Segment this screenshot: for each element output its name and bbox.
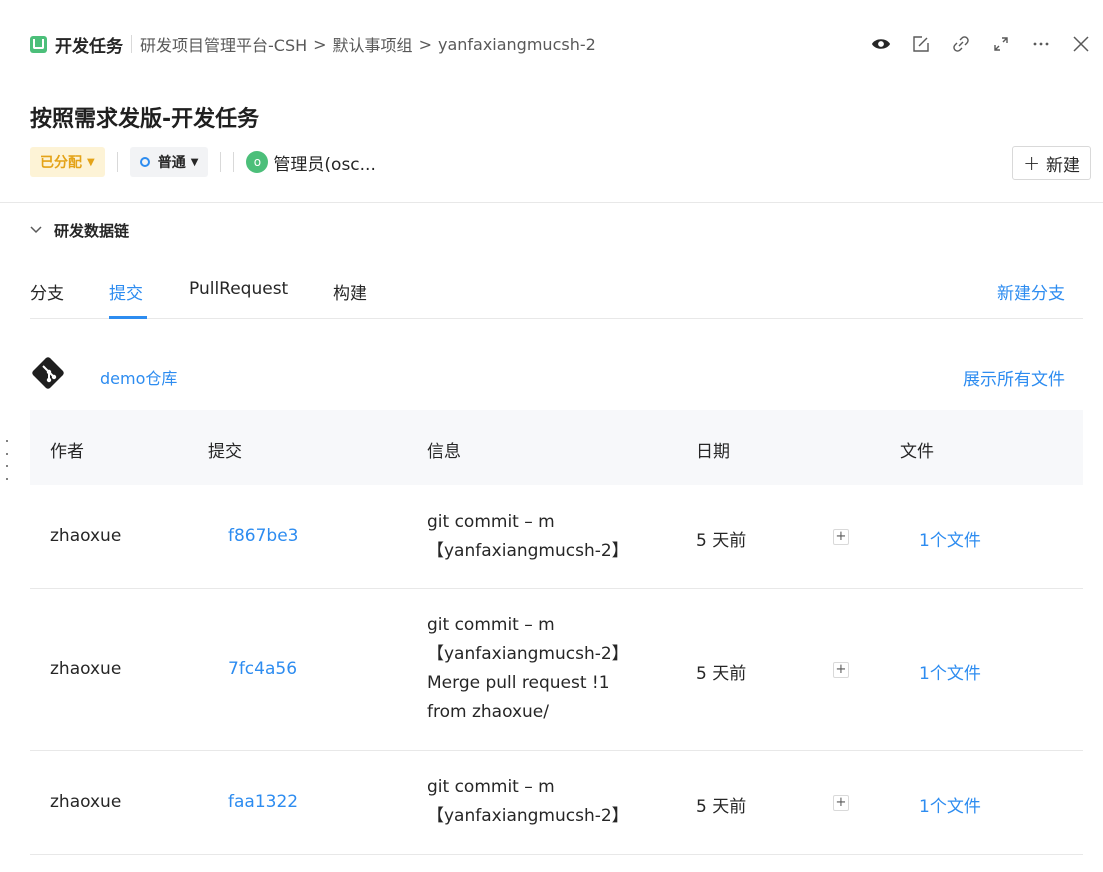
status-dropdown[interactable]: 已分配 ▼ [30, 147, 105, 177]
author-cell: zhaoxue [50, 526, 122, 546]
tab-build[interactable]: 构建 [333, 279, 367, 304]
header-divider [131, 35, 132, 53]
expand-plus-icon[interactable]: + [833, 529, 849, 545]
column-header-author: 作者 [50, 442, 84, 462]
chevron-down-icon [30, 223, 42, 238]
tab-commit[interactable]: 提交 [109, 279, 143, 304]
caret-down-icon: ▼ [87, 156, 95, 168]
handle-dot [6, 452, 8, 455]
breadcrumb-separator: > [418, 34, 432, 54]
message-line: git commit – m [427, 615, 555, 635]
tab-pullrequest[interactable]: PullRequest [189, 279, 288, 299]
table-row: zhaoxue 7fc4a56 git commit – m 【yanfaxia… [30, 589, 1083, 751]
eye-icon[interactable] [871, 34, 891, 54]
task-detail-panel: 开发任务 研发项目管理平台-CSH > 默认事项组 > yanfaxiangmu… [0, 0, 1103, 872]
priority-dropdown[interactable]: 普通 ▼ [129, 147, 209, 177]
expand-plus-icon[interactable]: + [833, 662, 849, 678]
data-chain-tabs: 分支 提交 PullRequest 构建 新建分支 [30, 270, 1083, 319]
handle-dot [6, 465, 8, 468]
panel-header: 开发任务 研发项目管理平台-CSH > 默认事项组 > yanfaxiangmu… [30, 28, 1093, 60]
new-button[interactable]: + 新建 [1012, 146, 1091, 180]
author-cell: zhaoxue [50, 659, 122, 679]
message-line: from zhaoxue/ [427, 702, 549, 722]
message-cell: git commit – m 【yanfaxiangmucsh-2】 [427, 508, 629, 566]
meta-divider [116, 152, 118, 172]
table-row: zhaoxue faa1322 git commit – m 【yanfaxia… [30, 751, 1083, 855]
caret-down-icon: ▼ [190, 156, 199, 168]
section-title: 研发数据链 [54, 222, 130, 240]
message-cell: git commit – m 【yanfaxiangmucsh-2】 [427, 773, 629, 831]
files-link[interactable]: 1个文件 [919, 526, 981, 551]
show-all-files-link[interactable]: 展示所有文件 [963, 365, 1065, 390]
priority-label: 普通 [157, 155, 186, 171]
git-icon [30, 355, 66, 391]
expand-icon[interactable] [991, 34, 1011, 54]
column-header-commit: 提交 [208, 442, 242, 462]
status-label: 已分配 [40, 155, 82, 171]
assignee-name[interactable]: 管理员(osc... [273, 150, 375, 175]
commit-hash-link[interactable]: faa1322 [228, 792, 298, 812]
more-icon[interactable] [1031, 34, 1051, 54]
message-line: 【yanfaxiangmucsh-2】 [427, 644, 629, 664]
breadcrumb-group[interactable]: 默认事项组 [333, 32, 413, 56]
tab-branch[interactable]: 分支 [30, 279, 64, 304]
meta-divider [220, 152, 222, 172]
message-line: 【yanfaxiangmucsh-2】 [427, 806, 629, 826]
task-icon [30, 35, 47, 53]
table-header: 作者 提交 信息 日期 文件 [30, 410, 1083, 485]
handle-dot [6, 440, 8, 442]
task-meta-row: 已分配 ▼ 普通 ▼ o 管理员(osc... + 新建 [30, 146, 1093, 180]
message-line: git commit – m [427, 512, 555, 532]
section-divider [0, 202, 1103, 203]
link-icon[interactable] [951, 34, 971, 54]
message-line: git commit – m [427, 777, 555, 797]
meta-divider [233, 152, 235, 172]
date-cell: 5 天前 [696, 531, 747, 551]
column-header-files: 文件 [900, 442, 934, 462]
header-actions [851, 28, 1091, 60]
commits-table: 作者 提交 信息 日期 文件 zhaoxue f867be3 git commi… [30, 410, 1083, 855]
close-icon[interactable] [1071, 34, 1091, 54]
new-branch-link[interactable]: 新建分支 [997, 279, 1065, 304]
breadcrumb-project[interactable]: 研发项目管理平台-CSH [140, 32, 307, 56]
breadcrumb-item[interactable]: yanfaxiangmucsh-2 [438, 35, 596, 54]
commit-hash-link[interactable]: f867be3 [228, 526, 299, 546]
repo-name-link[interactable]: demo仓库 [100, 365, 177, 389]
message-cell: git commit – m 【yanfaxiangmucsh-2】 Merge… [427, 611, 629, 727]
edit-icon[interactable] [911, 34, 931, 54]
column-header-message: 信息 [427, 442, 461, 462]
message-line: Merge pull request !1 [427, 673, 610, 693]
files-link[interactable]: 1个文件 [919, 659, 981, 684]
handle-dot [6, 477, 8, 480]
author-cell: zhaoxue [50, 792, 122, 812]
commit-hash-link[interactable]: 7fc4a56 [228, 659, 297, 679]
column-header-date: 日期 [696, 442, 730, 462]
expand-plus-icon[interactable]: + [833, 795, 849, 811]
date-cell: 5 天前 [696, 797, 747, 817]
breadcrumb-separator: > [313, 34, 327, 54]
priority-circle-icon [139, 157, 150, 167]
resize-handle[interactable] [6, 440, 10, 480]
new-button-label: 新建 [1046, 155, 1080, 176]
table-row: zhaoxue f867be3 git commit – m 【yanfaxia… [30, 485, 1083, 589]
message-line: 【yanfaxiangmucsh-2】 [427, 541, 629, 561]
plus-icon: + [1023, 151, 1040, 175]
section-header[interactable]: 研发数据链 [30, 220, 129, 241]
avatar: o [246, 151, 269, 173]
date-cell: 5 天前 [696, 664, 747, 684]
repo-row: demo仓库 展示所有文件 [30, 355, 1083, 399]
active-tab-indicator [109, 316, 147, 319]
files-link[interactable]: 1个文件 [919, 792, 981, 817]
task-type-label: 开发任务 [55, 36, 123, 57]
task-title[interactable]: 按照需求发版-开发任务 [30, 101, 259, 133]
